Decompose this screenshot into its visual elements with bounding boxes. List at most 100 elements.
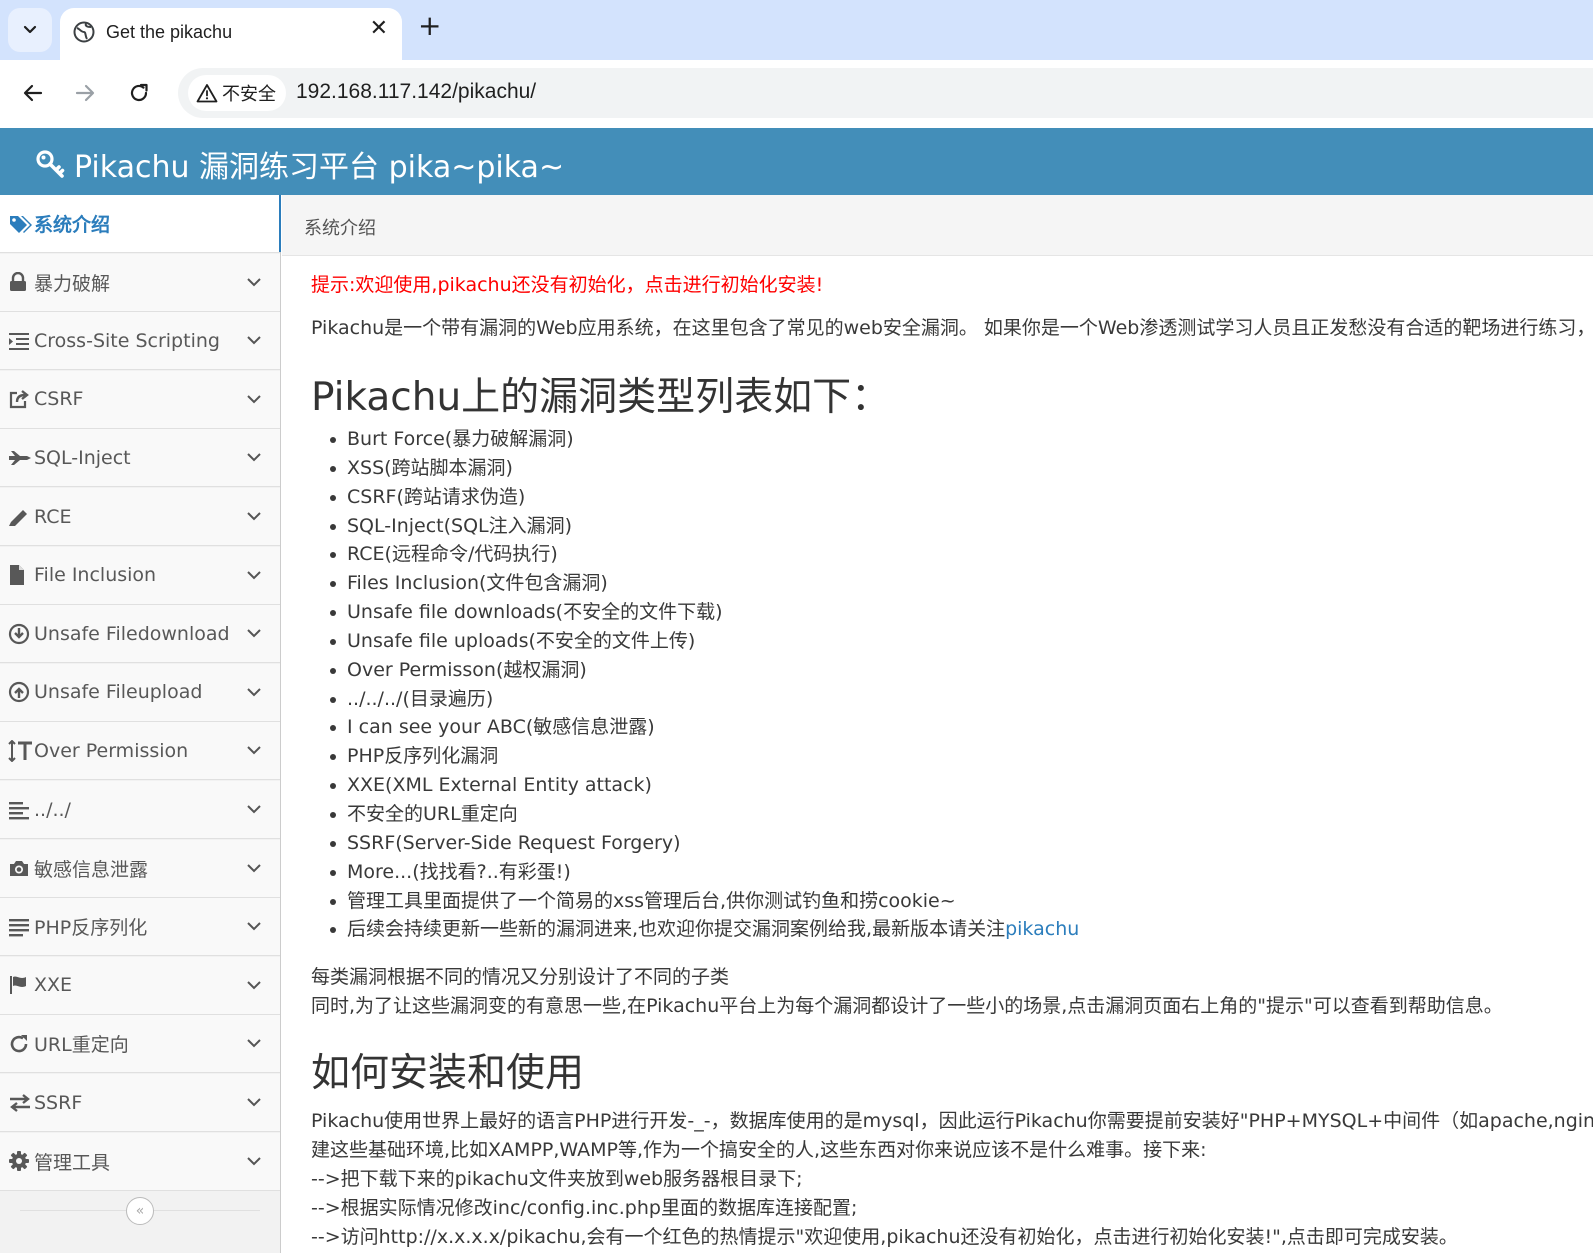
chevron-down-icon: [247, 863, 261, 873]
main-content: 提示:欢迎使用,pikachu还没有初始化，点击进行初始化安装! Pikachu…: [311, 256, 1593, 1253]
install-line: -->根据实际情况修改inc/config.inc.php里面的数据库连接配置;: [311, 1197, 858, 1219]
sidebar-item-csrf[interactable]: CSRF: [0, 370, 280, 429]
key-icon: [36, 150, 65, 178]
camera-icon: [0, 858, 34, 878]
list-item-last: 后续会持续更新一些新的漏洞进来,也欢迎你提交漏洞案例给我,最新版本请关注pika…: [329, 915, 1079, 944]
sidebar-item-label: 暴力破解: [34, 272, 111, 295]
list-item: Unsafe file downloads(不安全的文件下载): [329, 598, 1079, 627]
security-chip[interactable]: 不安全: [188, 75, 286, 111]
intro-text: Pikachu是一个带有漏洞的Web应用系统，在这里包含了常见的web安全漏洞。…: [311, 317, 1593, 339]
list-item: Burt Force(暴力破解漏洞): [329, 425, 1079, 454]
sidebar-item-sql-inject[interactable]: SQL-Inject: [0, 429, 280, 488]
list-item: XXE(XML External Entity attack): [329, 771, 1079, 800]
chevron-down-icon: [247, 746, 261, 755]
gear-icon: [0, 1150, 34, 1172]
sidebar-item-over-permission[interactable]: Over Permission: [0, 722, 280, 781]
chevron-down-icon: [247, 1098, 261, 1107]
upload-circle-icon: [0, 681, 34, 703]
last-item-text: 后续会持续更新一些新的漏洞进来,也欢迎你提交漏洞案例给我,最新版本请关注: [347, 918, 1006, 941]
site-brand[interactable]: Pikachu 漏洞练习平台 pika~pika~: [34, 142, 564, 186]
sidebar-item-label: PHP反序列化: [34, 917, 148, 940]
browser-tab-strip: Get the pikachu ✕ +: [0, 0, 1593, 60]
sidebar-item-info-leak[interactable]: 敏感信息泄露: [0, 839, 280, 898]
warning-icon: [196, 84, 218, 103]
sidebar-item-label: URL重定向: [34, 1034, 129, 1057]
close-tab-icon[interactable]: ✕: [370, 18, 388, 40]
pencil-icon: [0, 507, 34, 527]
sidebar-item-label: ../../: [34, 798, 71, 821]
address-toolbar: 不安全 192.168.117.142/pikachu/: [0, 60, 1593, 126]
chevron-down-icon: [247, 1156, 261, 1166]
sidebar-item-rce[interactable]: RCE: [0, 488, 280, 546]
security-label: 不安全: [222, 84, 276, 105]
sidebar-item-label: Over Permission: [34, 739, 189, 762]
sidebar-item-label: CSRF: [34, 388, 84, 411]
vuln-list-heading: Pikachu上的漏洞类型列表如下：: [311, 375, 891, 420]
sidebar-item-label: XXE: [34, 974, 73, 997]
sidebar-item-dir-traversal[interactable]: ../../: [0, 781, 280, 839]
chevron-down-icon: [247, 395, 261, 404]
chevron-down-icon: [247, 922, 261, 931]
list-item: SQL-Inject(SQL注入漏洞): [329, 512, 1079, 541]
sidebar-item-label: 系统介绍: [34, 214, 111, 236]
sidebar-item-label: Unsafe Filedownload: [34, 622, 230, 645]
init-notice-link[interactable]: 提示:欢迎使用,pikachu还没有初始化，点击进行初始化安装!: [311, 270, 823, 297]
list-item: 不安全的URL重定向: [329, 800, 1079, 829]
sidebar-collapse-button[interactable]: «: [126, 1197, 154, 1225]
list-item: PHP反序列化漏洞: [329, 742, 1079, 771]
vuln-list: Burt Force(暴力破解漏洞) XSS(跨站脚本漏洞) CSRF(跨站请求…: [329, 425, 1079, 944]
sidebar-item-xxe[interactable]: XXE: [0, 956, 280, 1015]
sidebar-item-xss[interactable]: Cross-Site Scripting: [0, 312, 280, 371]
pikachu-link[interactable]: pikachu: [1005, 918, 1079, 940]
sidebar-item-label: RCE: [34, 505, 72, 528]
sidebar-item-ssrf[interactable]: SSRF: [0, 1074, 280, 1132]
text-height-icon: [0, 739, 34, 762]
tab-search-button[interactable]: [8, 8, 52, 52]
sidebar: 系统介绍 暴力破解 Cross-Site Scripting CSRF SQL-…: [0, 195, 281, 1253]
double-chevron-left-icon: «: [135, 1203, 145, 1219]
download-circle-icon: [0, 623, 34, 645]
install-line: 建这些基础环境,比如XAMPP,WAMP等,作为一个搞安全的人,这些东西对你来说…: [311, 1139, 1207, 1161]
lock-icon: [0, 272, 34, 292]
globe-icon: [73, 21, 95, 43]
omnibox[interactable]: 不安全 192.168.117.142/pikachu/: [178, 68, 1593, 118]
chevron-down-icon: [247, 1039, 261, 1048]
sidebar-item-file-inclusion[interactable]: File Inclusion: [0, 546, 280, 605]
sidebar-item-label: 敏感信息泄露: [34, 858, 149, 881]
list-item: XSS(跨站脚本漏洞): [329, 454, 1079, 483]
list-item: Over Permisson(越权漏洞): [329, 656, 1079, 685]
list-item: CSRF(跨站请求伪造): [329, 483, 1079, 512]
arrow-left-icon: [23, 84, 43, 102]
list-item: RCE(远程命令/代码执行): [329, 540, 1079, 569]
sidebar-item-system-intro[interactable]: 系统介绍: [0, 195, 281, 253]
sidebar-item-label: Cross-Site Scripting: [34, 329, 220, 352]
new-tab-button[interactable]: +: [418, 12, 441, 40]
chevron-down-icon: [247, 453, 261, 462]
sidebar-item-unsafe-filedownload[interactable]: Unsafe Filedownload: [0, 605, 280, 664]
browser-tab[interactable]: Get the pikachu ✕: [60, 8, 402, 60]
list-item: More...(找找看?..有彩蛋!): [329, 858, 1079, 887]
arrow-right-icon: [75, 84, 95, 102]
reload-button[interactable]: [124, 78, 154, 108]
sidebar-item-php-unserialize[interactable]: PHP反序列化: [0, 898, 280, 957]
chevron-down-icon: [247, 629, 261, 638]
chevron-down-icon: [247, 805, 261, 814]
list-item: Unsafe file uploads(不安全的文件上传): [329, 627, 1079, 656]
sidebar-item-unsafe-fileupload[interactable]: Unsafe Fileupload: [0, 663, 280, 722]
chevron-down-icon: [247, 336, 261, 345]
sidebar-item-url-redirect[interactable]: URL重定向: [0, 1015, 280, 1074]
reload-icon: [130, 83, 148, 102]
chevron-down-icon: [247, 512, 261, 521]
breadcrumb: 系统介绍: [282, 195, 1593, 256]
sidebar-item-admin-tools[interactable]: 管理工具: [0, 1132, 280, 1191]
sidebar-item-label: 管理工具: [34, 1151, 111, 1174]
install-line: Pikachu使用世界上最好的语言PHP进行开发-_-，数据库使用的是mysql…: [311, 1110, 1593, 1132]
forward-button[interactable]: [70, 78, 100, 108]
sidebar-item-brute-force[interactable]: 暴力破解: [0, 253, 280, 312]
fighter-jet-icon: [0, 448, 34, 468]
list-item: I can see your ABC(敏感信息泄露): [329, 713, 1079, 742]
back-button[interactable]: [18, 78, 48, 108]
chevron-down-icon: [247, 688, 261, 697]
scenario-paragraph: 同时,为了让这些漏洞变的有意思一些,在Pikachu平台上为每个漏洞都设计了一些…: [311, 995, 1503, 1017]
url-text[interactable]: 192.168.117.142/pikachu/: [296, 80, 536, 104]
